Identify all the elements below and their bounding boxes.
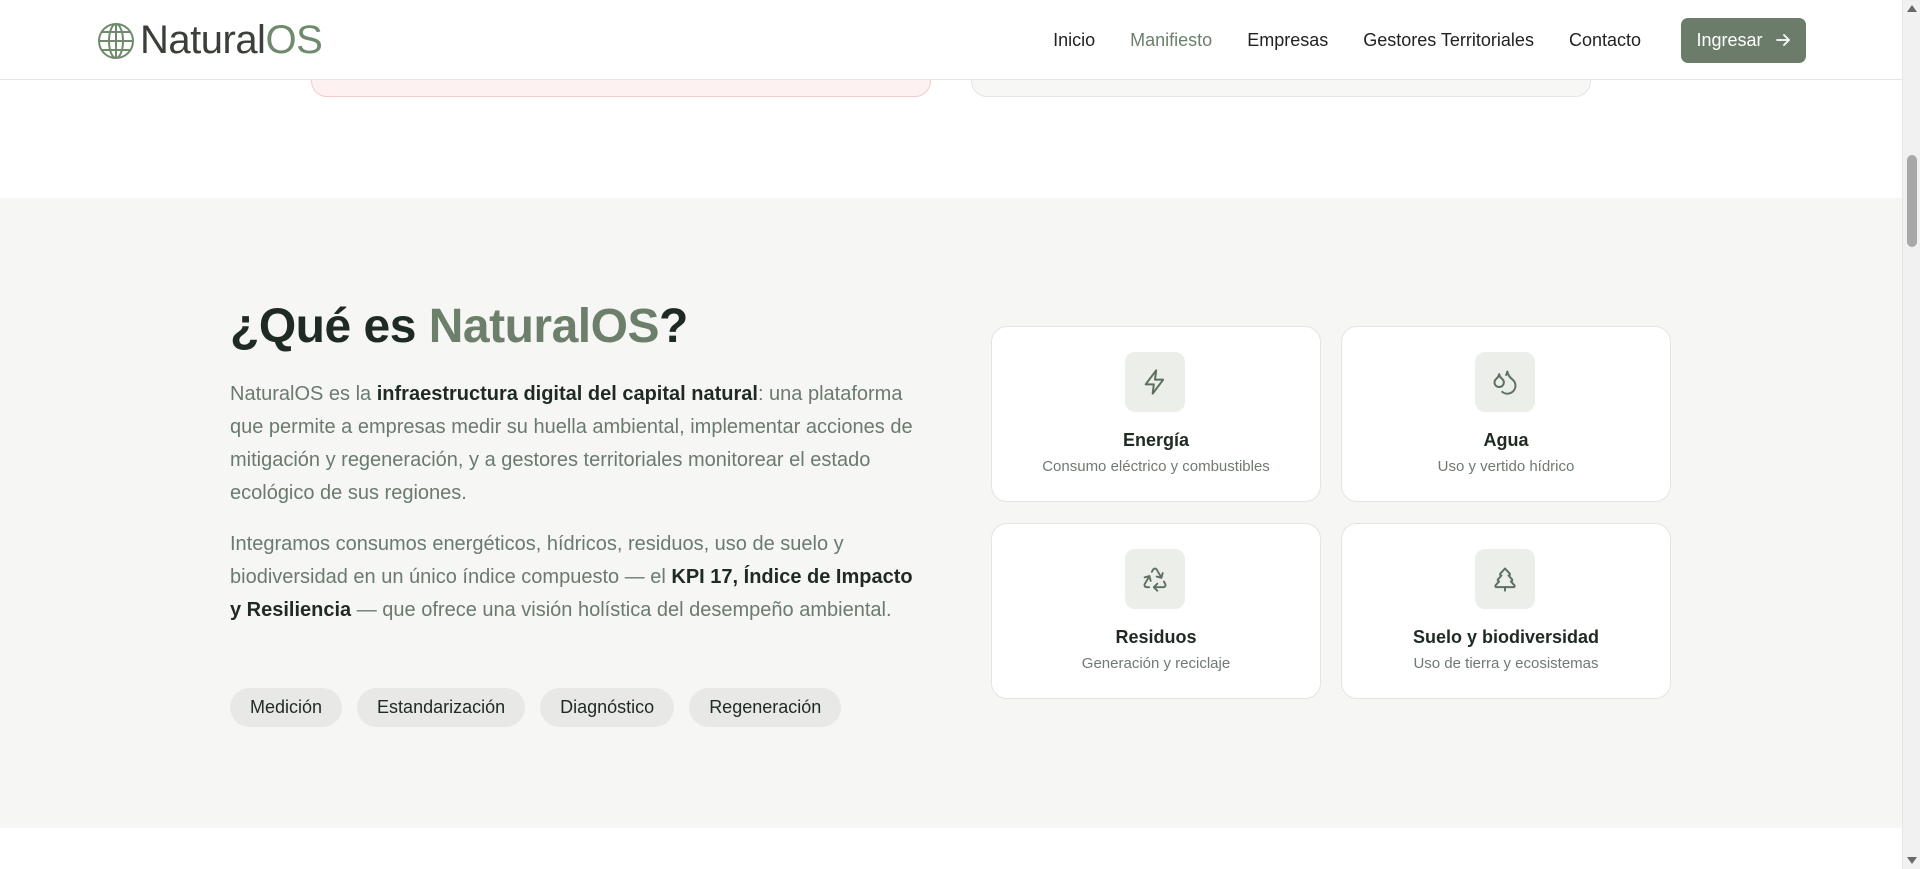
logo[interactable]: NaturalOS xyxy=(96,18,323,63)
card-subtitle: Uso y vertido hídrico xyxy=(1437,458,1575,475)
arrow-right-icon xyxy=(1775,34,1790,46)
recycle-icon xyxy=(1143,567,1167,592)
nav-link-contacto[interactable]: Contacto xyxy=(1569,30,1641,51)
what-is-section: ¿Qué es NaturalOS? NaturalOS es la infra… xyxy=(0,198,1902,828)
tag-medicion[interactable]: Medición xyxy=(230,688,343,727)
nav-link-gestores-territoriales[interactable]: Gestores Territoriales xyxy=(1363,30,1534,51)
icon-box xyxy=(1125,352,1185,412)
card-energia: Energía Consumo eléctrico y combustibles xyxy=(991,326,1321,502)
droplets-icon xyxy=(1493,370,1517,395)
tree-icon xyxy=(1494,567,1516,592)
icon-box xyxy=(1125,549,1185,609)
globe-icon xyxy=(98,22,134,59)
icon-box xyxy=(1475,549,1535,609)
nav-link-manifiesto[interactable]: Manifiesto xyxy=(1130,30,1212,51)
card-title: Energía xyxy=(1122,430,1190,450)
nav-link-empresas[interactable]: Empresas xyxy=(1247,30,1328,51)
icon-box xyxy=(1475,352,1535,412)
tag-diagnostico[interactable]: Diagnóstico xyxy=(540,688,675,727)
ingresar-label: Ingresar xyxy=(1696,29,1763,50)
card-subtitle: Generación y reciclaje xyxy=(1081,655,1231,672)
tag-list: Medición Estandarización Diagnóstico Reg… xyxy=(230,688,842,727)
scroll-down-arrow-icon[interactable] xyxy=(1907,857,1917,864)
intro-paragraph: NaturalOS es la infraestructura digital … xyxy=(230,383,913,504)
kpi-paragraph: Integramos consumos energéticos, hídrico… xyxy=(230,533,913,621)
card-title: Agua xyxy=(1483,430,1529,450)
card-title: Suelo y biodiversidad xyxy=(1412,627,1600,647)
scroll-thumb[interactable] xyxy=(1907,155,1917,247)
card-subtitle: Uso de tierra y ecosistemas xyxy=(1413,655,1599,672)
ingresar-button[interactable]: Ingresar xyxy=(1681,17,1806,63)
scrollbar[interactable] xyxy=(1902,0,1920,869)
card-subtitle: Consumo eléctrico y combustibles xyxy=(1042,458,1270,475)
card-title: Residuos xyxy=(1115,627,1197,647)
scroll-up-arrow-icon[interactable] xyxy=(1907,5,1917,12)
logo-text: NaturalOS xyxy=(140,18,323,62)
site-header: NaturalOS Inicio Manifiesto Empresas Ges… xyxy=(0,0,1902,80)
section-title: ¿Qué es NaturalOS? xyxy=(230,300,688,353)
nav-link-inicio[interactable]: Inicio xyxy=(1053,30,1095,51)
tag-estandarizacion[interactable]: Estandarización xyxy=(357,688,526,727)
card-residuos: Residuos Generación y reciclaje xyxy=(991,523,1321,699)
tag-regeneracion[interactable]: Regeneración xyxy=(689,688,842,727)
lightning-icon xyxy=(1144,369,1165,395)
card-agua: Agua Uso y vertido hídrico xyxy=(1341,326,1671,502)
card-suelo-biodiversidad: Suelo y biodiversidad Uso de tierra y ec… xyxy=(1341,523,1671,699)
main-nav: Inicio Manifiesto Empresas Gestores Terr… xyxy=(1018,0,1902,80)
